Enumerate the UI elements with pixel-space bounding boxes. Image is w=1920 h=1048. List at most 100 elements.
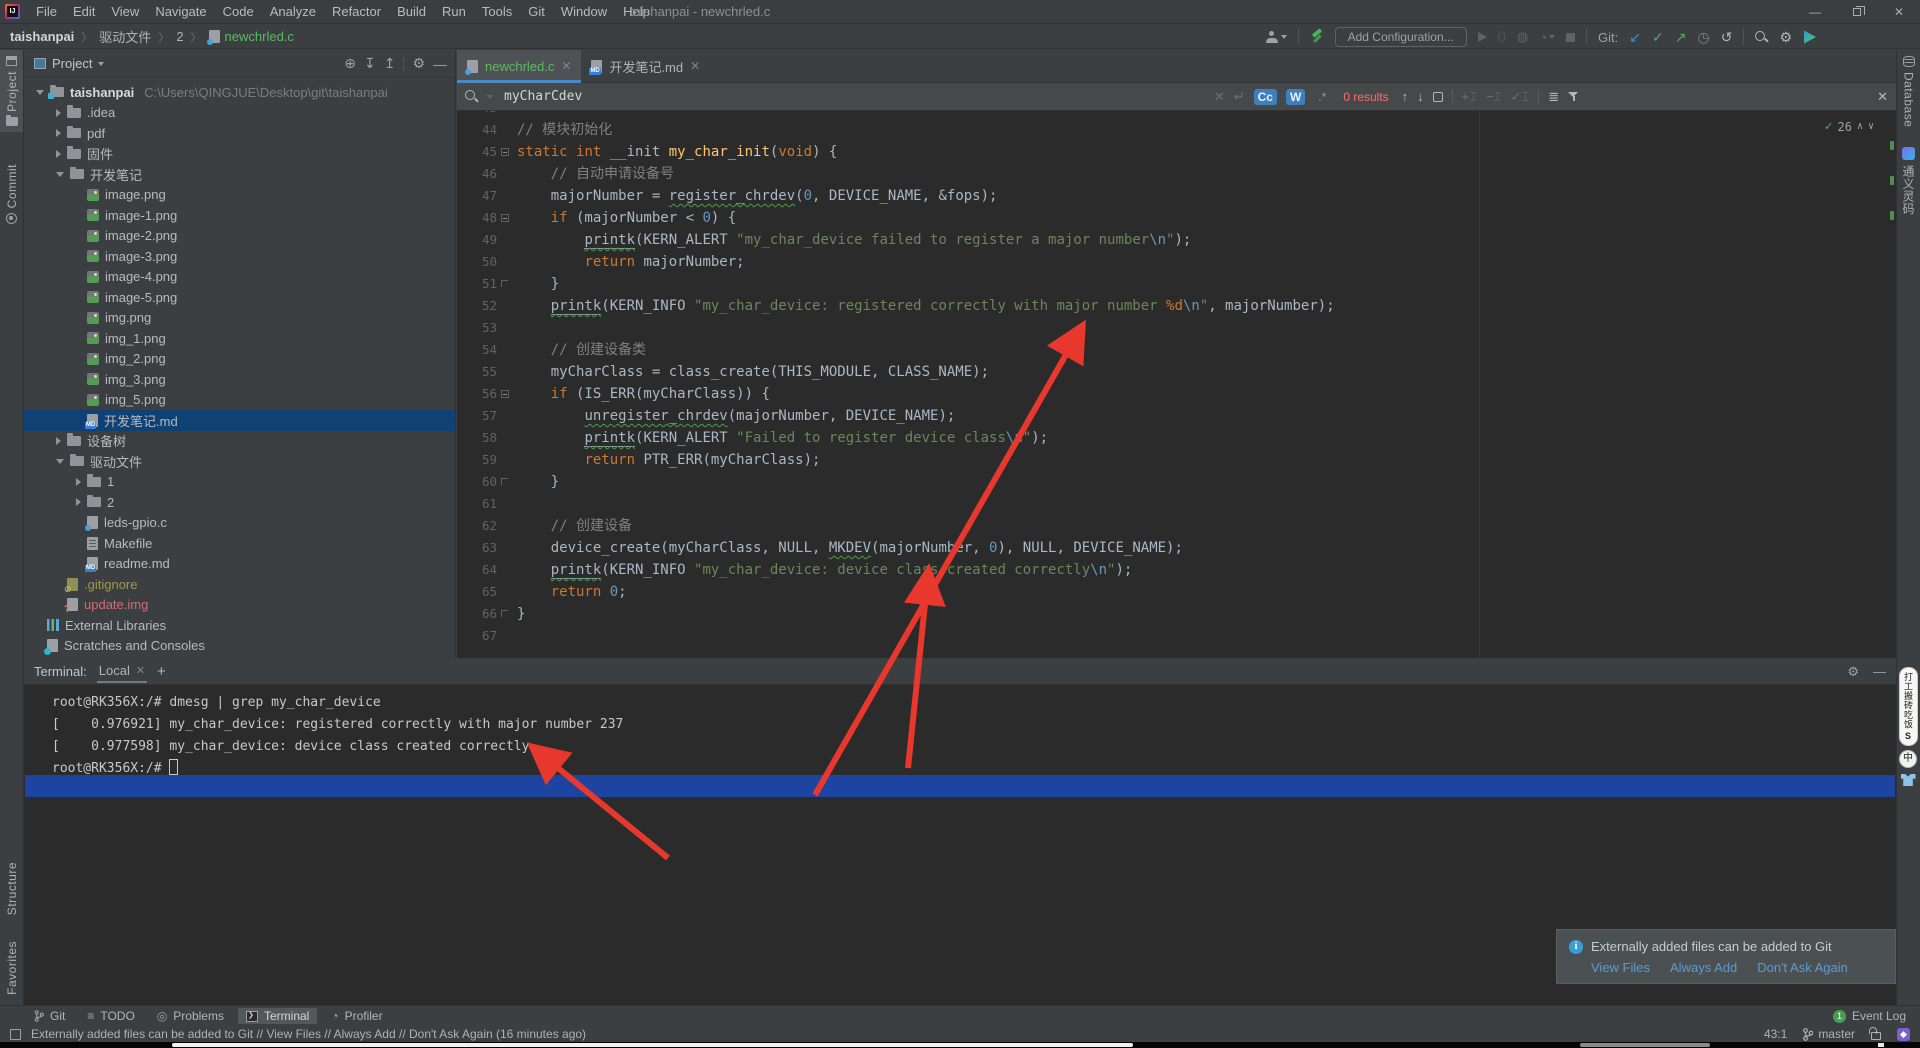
- filter-funnel-icon[interactable]: [1568, 91, 1579, 102]
- tree-item[interactable]: leds-gpio.c: [24, 513, 455, 534]
- tree-item[interactable]: img.png: [24, 308, 455, 329]
- tree-chevron-icon[interactable]: [36, 90, 44, 95]
- tool-tab-favorites[interactable]: Favorites: [5, 935, 19, 1001]
- fold-gutter[interactable]: [497, 295, 514, 317]
- fold-gutter[interactable]: [497, 405, 514, 427]
- ai-assistant-icon[interactable]: [1803, 31, 1816, 44]
- event-log-widget[interactable]: 1 Event Log: [1833, 1009, 1906, 1023]
- search-history-chevron-icon[interactable]: [487, 95, 493, 99]
- search-input[interactable]: myCharCdev: [504, 89, 582, 104]
- regex-toggle[interactable]: .*: [1314, 89, 1330, 105]
- editor-tab[interactable]: 开发笔记.md ✕: [581, 50, 710, 82]
- line-number[interactable]: 58: [457, 427, 497, 449]
- inspections-widget[interactable]: ✓ 26 ∧ ∨: [1825, 119, 1874, 134]
- add-selection-icon[interactable]: +⌶: [1462, 89, 1477, 105]
- line-number[interactable]: 52: [457, 295, 497, 317]
- tree-item[interactable]: Scratches and Consoles: [24, 636, 455, 657]
- git-push-icon[interactable]: ↗: [1675, 30, 1687, 44]
- line-number[interactable]: 65: [457, 581, 497, 603]
- menu-item-refactor[interactable]: Refactor: [324, 1, 389, 22]
- restore-button[interactable]: [1836, 0, 1878, 24]
- line-number[interactable]: 56: [457, 383, 497, 405]
- fold-gutter[interactable]: [497, 111, 514, 119]
- fold-gutter[interactable]: [497, 515, 514, 537]
- notification-action[interactable]: View Files: [1591, 960, 1650, 975]
- menu-item-view[interactable]: View: [103, 1, 147, 22]
- tree-item[interactable]: 设备树: [24, 431, 455, 452]
- fold-gutter[interactable]: [497, 273, 514, 295]
- menu-item-edit[interactable]: Edit: [65, 1, 103, 22]
- stop-icon[interactable]: [1566, 33, 1575, 42]
- menu-item-window[interactable]: Window: [553, 1, 615, 22]
- git-commit-icon[interactable]: ✓: [1652, 30, 1664, 44]
- tree-item[interactable]: 1: [24, 472, 455, 493]
- git-update-icon[interactable]: ↙: [1629, 30, 1641, 44]
- menu-item-tools[interactable]: Tools: [474, 1, 520, 22]
- fold-gutter[interactable]: [497, 537, 514, 559]
- line-number[interactable]: 46: [457, 163, 497, 185]
- fold-gutter[interactable]: [497, 603, 514, 625]
- build-hammer-icon[interactable]: [1310, 30, 1324, 44]
- remove-selection-icon[interactable]: −⌶: [1486, 89, 1501, 105]
- fold-gutter[interactable]: [497, 251, 514, 273]
- menu-item-file[interactable]: File: [28, 1, 65, 22]
- tree-item[interactable]: image-1.png: [24, 205, 455, 226]
- fold-gutter[interactable]: [497, 207, 514, 229]
- minimize-button[interactable]: —: [1794, 0, 1836, 24]
- tree-item[interactable]: img_1.png: [24, 328, 455, 349]
- clear-search-icon[interactable]: ✕: [1214, 89, 1225, 105]
- fold-gutter[interactable]: [497, 559, 514, 581]
- hide-panel-icon[interactable]: —: [433, 56, 447, 72]
- error-stripe[interactable]: [1890, 141, 1894, 246]
- toolwindow-toggle-icon[interactable]: [10, 1029, 21, 1040]
- tree-item[interactable]: 开发笔记: [24, 164, 455, 185]
- tree-item[interactable]: readme.md: [24, 554, 455, 575]
- tree-item[interactable]: image-3.png: [24, 246, 455, 267]
- fold-gutter[interactable]: [497, 625, 514, 647]
- tree-item[interactable]: update.img: [24, 595, 455, 616]
- fold-gutter[interactable]: [497, 163, 514, 185]
- tree-item[interactable]: img_5.png: [24, 390, 455, 411]
- line-number[interactable]: 60: [457, 471, 497, 493]
- line-number[interactable]: 51: [457, 273, 497, 295]
- close-search-icon[interactable]: ✕: [1877, 89, 1888, 105]
- git-history-icon[interactable]: ◷: [1697, 30, 1709, 44]
- toolwindow-button-todo[interactable]: ≡TODO: [79, 1008, 142, 1024]
- line-number[interactable]: 67: [457, 625, 497, 647]
- close-terminal-tab-icon[interactable]: ✕: [136, 664, 145, 677]
- panel-settings-gear-icon[interactable]: ⚙: [412, 55, 425, 72]
- fold-gutter[interactable]: [497, 339, 514, 361]
- toolwindow-button-git[interactable]: Git: [26, 1008, 73, 1024]
- breadcrumb-item[interactable]: 2: [176, 29, 183, 44]
- next-problem-icon[interactable]: ∨: [1868, 121, 1874, 132]
- tree-item[interactable]: Makefile: [24, 533, 455, 554]
- line-number[interactable]: 57: [457, 405, 497, 427]
- toolwindow-button-profiler[interactable]: ◔Profiler: [323, 1008, 390, 1024]
- caret-position[interactable]: 43:1: [1764, 1027, 1787, 1041]
- fold-gutter[interactable]: [497, 119, 514, 141]
- newline-icon[interactable]: ↵: [1234, 89, 1245, 105]
- coverage-icon[interactable]: ◔: [1539, 30, 1555, 45]
- tree-item[interactable]: image-5.png: [24, 287, 455, 308]
- line-number[interactable]: 49: [457, 229, 497, 251]
- tree-chevron-icon[interactable]: [56, 459, 64, 464]
- run-icon[interactable]: [1478, 32, 1487, 42]
- tool-tab-commit[interactable]: Commit: [0, 158, 23, 230]
- tree-chevron-icon[interactable]: [56, 150, 61, 158]
- tree-chevron-icon[interactable]: [56, 172, 64, 177]
- terminal-settings-gear-icon[interactable]: ⚙: [1847, 664, 1859, 680]
- line-number[interactable]: 44: [457, 119, 497, 141]
- close-tab-icon[interactable]: ✕: [561, 59, 571, 73]
- prev-problem-icon[interactable]: ∧: [1857, 121, 1863, 132]
- tree-item[interactable]: image-4.png: [24, 267, 455, 288]
- tool-tab-tongyi[interactable]: 通义灵码: [1897, 141, 1920, 221]
- tool-tab-database[interactable]: Database: [1897, 50, 1920, 133]
- fold-gutter[interactable]: [497, 383, 514, 405]
- menu-item-analyze[interactable]: Analyze: [262, 1, 324, 22]
- fold-gutter[interactable]: [497, 427, 514, 449]
- tree-item[interactable]: image.png: [24, 185, 455, 206]
- tree-item[interactable]: img_3.png: [24, 369, 455, 390]
- tree-item[interactable]: 开发笔记.md: [24, 410, 455, 431]
- tree-chevron-icon[interactable]: [76, 478, 81, 486]
- tree-item[interactable]: image-2.png: [24, 226, 455, 247]
